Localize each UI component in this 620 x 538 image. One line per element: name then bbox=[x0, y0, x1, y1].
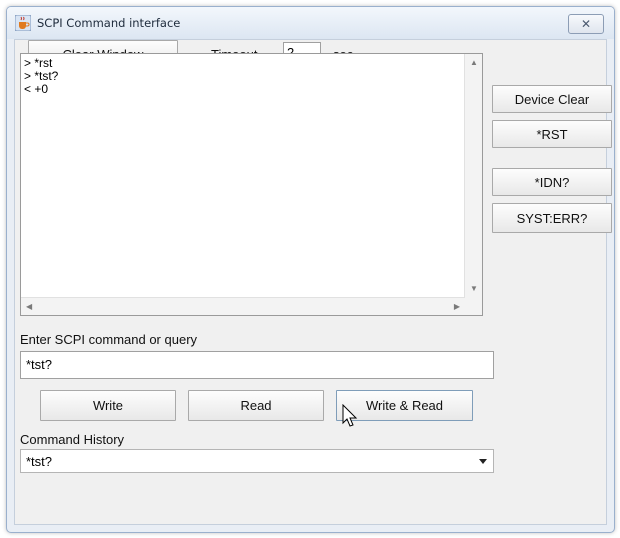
device-clear-label: Device Clear bbox=[514, 91, 590, 107]
write-and-read-label: Write & Read bbox=[365, 398, 444, 413]
command-label: Enter SCPI command or query bbox=[20, 332, 198, 347]
idn-label: *IDN? bbox=[534, 174, 570, 190]
scroll-left-icon[interactable]: ◀ bbox=[26, 303, 32, 311]
rst-button[interactable]: *RST bbox=[492, 120, 612, 148]
rst-label: *RST bbox=[536, 126, 568, 142]
scroll-down-icon[interactable]: ▼ bbox=[470, 285, 478, 293]
read-button[interactable]: Read bbox=[188, 390, 324, 421]
horizontal-scrollbar[interactable]: ◀ ▶ bbox=[21, 297, 465, 315]
scroll-right-icon[interactable]: ▶ bbox=[454, 303, 460, 311]
java-cup-icon bbox=[15, 15, 31, 31]
scroll-up-icon[interactable]: ▲ bbox=[470, 59, 478, 67]
command-input[interactable]: *tst? bbox=[20, 351, 494, 379]
write-button[interactable]: Write bbox=[40, 390, 176, 421]
scroll-corner bbox=[465, 298, 482, 315]
idn-button[interactable]: *IDN? bbox=[492, 168, 612, 196]
chevron-down-icon[interactable] bbox=[479, 459, 487, 464]
history-selected: *tst? bbox=[26, 454, 53, 469]
title-bar: SCPI Command interface ✕ bbox=[7, 7, 614, 39]
close-button[interactable]: ✕ bbox=[568, 14, 604, 34]
output-textarea[interactable]: > *rst > *tst? < +0 ▲ ▼ ◀ ▶ bbox=[20, 53, 483, 316]
window-title: SCPI Command interface bbox=[37, 16, 181, 30]
mouse-pointer-icon bbox=[342, 404, 358, 427]
syst-err-label: SYST:ERR? bbox=[516, 210, 588, 226]
output-lines: > *rst > *tst? < +0 bbox=[24, 57, 58, 96]
history-dropdown[interactable]: *tst? bbox=[20, 449, 494, 473]
write-label: Write bbox=[92, 398, 124, 413]
history-label: Command History bbox=[20, 432, 125, 447]
vertical-scrollbar[interactable]: ▲ ▼ bbox=[464, 54, 482, 298]
output-line: < +0 bbox=[24, 82, 49, 96]
read-label: Read bbox=[240, 398, 272, 413]
syst-err-button[interactable]: SYST:ERR? bbox=[492, 203, 612, 233]
close-icon: ✕ bbox=[580, 17, 592, 31]
device-clear-button[interactable]: Device Clear bbox=[492, 85, 612, 113]
